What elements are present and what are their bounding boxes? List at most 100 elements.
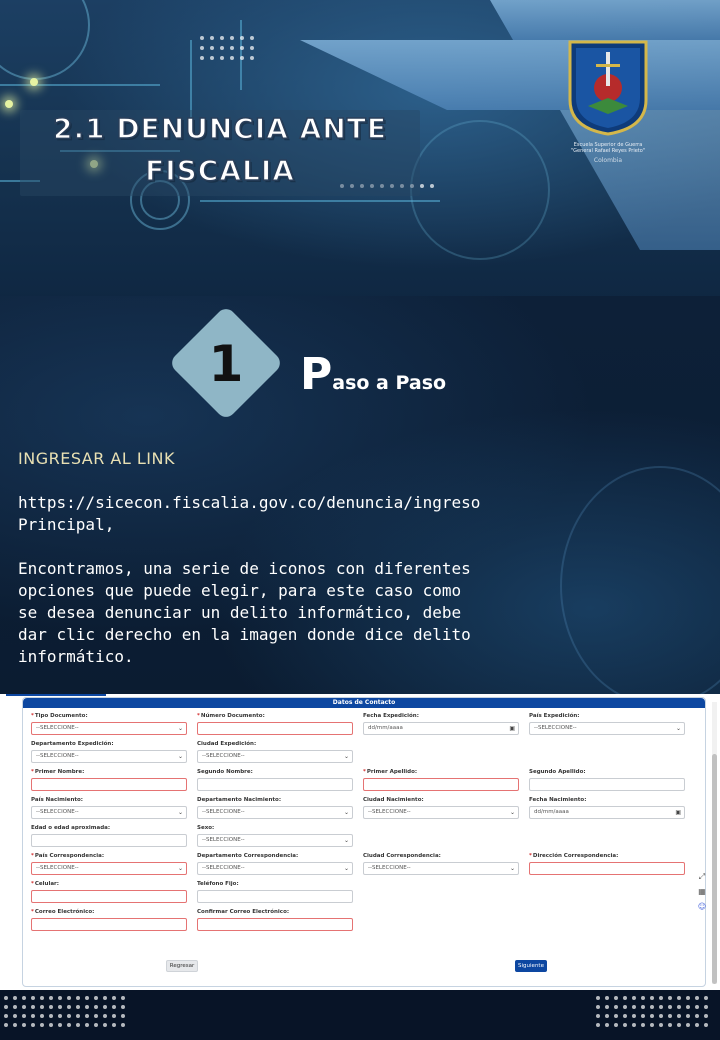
select-field[interactable]: --SELECCIONE-- ⌄ bbox=[363, 806, 519, 819]
form-field: Ciudad Nacimiento: --SELECCIONE-- ⌄ bbox=[363, 796, 519, 819]
form-field: Segundo Nombre: bbox=[197, 768, 353, 791]
circuit-ring bbox=[0, 0, 90, 80]
next-button[interactable]: Siguiente bbox=[515, 960, 547, 972]
text-field[interactable] bbox=[529, 862, 685, 875]
field-label: Ciudad Expedición: bbox=[197, 741, 257, 747]
grid-icon[interactable]: ▦ bbox=[697, 887, 707, 897]
smile-icon[interactable]: ☺ bbox=[697, 902, 707, 912]
select-field[interactable]: --SELECCIONE-- ⌄ bbox=[197, 834, 353, 847]
scrollbar-thumb[interactable] bbox=[712, 754, 717, 984]
form-field: Confirmar Correo Electrónico: bbox=[197, 908, 353, 931]
field-label: *Primer Nombre: bbox=[31, 769, 85, 775]
school-shield-logo bbox=[568, 40, 648, 136]
form-field: *Número Documento: bbox=[197, 712, 353, 735]
form-field: Edad o edad aproximada: bbox=[31, 824, 187, 847]
chevron-down-icon: ⌄ bbox=[509, 865, 515, 872]
field-label: *Número Documento: bbox=[197, 713, 265, 719]
chevron-down-icon: ⌄ bbox=[343, 865, 349, 872]
circuit-line bbox=[200, 200, 440, 202]
field-label: Segundo Nombre: bbox=[197, 769, 253, 775]
select-field[interactable]: --SELECCIONE-- ⌄ bbox=[31, 806, 187, 819]
text-field[interactable] bbox=[31, 778, 187, 791]
form-section-title: Datos de Contacto bbox=[23, 698, 705, 708]
instructions-text: https://sicecon.fiscalia.gov.co/denuncia… bbox=[18, 492, 488, 690]
date-field[interactable]: dd/mm/aaaa ▣ bbox=[363, 722, 519, 735]
form-field: Sexo: --SELECCIONE-- ⌄ bbox=[197, 824, 353, 847]
section-heading: INGRESAR AL LINK bbox=[18, 449, 175, 468]
expand-icon[interactable]: ⤢ bbox=[697, 872, 707, 882]
text-field[interactable] bbox=[529, 778, 685, 791]
glow-dot bbox=[30, 78, 38, 86]
text-field[interactable] bbox=[31, 834, 187, 847]
field-label: Teléfono Fijo: bbox=[197, 881, 239, 887]
select-field[interactable]: --SELECCIONE-- ⌄ bbox=[197, 862, 353, 875]
logo-caption: Escuela Superior de Guerra "General Rafa… bbox=[570, 142, 646, 154]
form-field: *Dirección Correspondencia: bbox=[529, 852, 685, 875]
required-marker: * bbox=[529, 853, 532, 859]
page-title: 2.1 DENUNCIA ANTE FISCALIA bbox=[52, 111, 388, 188]
field-label: Sexo: bbox=[197, 825, 215, 831]
calendar-icon[interactable]: ▣ bbox=[675, 807, 681, 818]
select-field[interactable]: --SELECCIONE-- ⌄ bbox=[31, 862, 187, 875]
text-field[interactable] bbox=[197, 722, 353, 735]
form-field: *Celular: bbox=[31, 880, 187, 903]
wing-shape bbox=[490, 0, 720, 40]
circuit-ring bbox=[410, 120, 550, 260]
field-label: País Expedición: bbox=[529, 713, 580, 719]
form-field: Fecha Expedición: dd/mm/aaaa ▣ bbox=[363, 712, 519, 735]
form-field: País Nacimiento: --SELECCIONE-- ⌄ bbox=[31, 796, 187, 819]
side-toolbar: ⤢ ▦ ☺ bbox=[697, 872, 709, 917]
form-screenshot: Datos de Contacto *Tipo Documento: --SELE… bbox=[0, 694, 720, 992]
field-label: País Nacimiento: bbox=[31, 797, 83, 803]
select-field[interactable]: --SELECCIONE-- ⌄ bbox=[31, 722, 187, 735]
chevron-down-icon: ⌄ bbox=[177, 725, 183, 732]
select-field[interactable]: --SELECCIONE-- ⌄ bbox=[529, 722, 685, 735]
field-label: *Celular: bbox=[31, 881, 59, 887]
select-field[interactable]: --SELECCIONE-- ⌄ bbox=[197, 806, 353, 819]
calendar-icon[interactable]: ▣ bbox=[509, 723, 515, 734]
chevron-down-icon: ⌄ bbox=[177, 753, 183, 760]
field-label: Fecha Expedición: bbox=[363, 713, 419, 719]
form-field: Fecha Nacimiento: dd/mm/aaaa ▣ bbox=[529, 796, 685, 819]
required-marker: * bbox=[197, 713, 200, 719]
required-marker: * bbox=[31, 853, 34, 859]
select-field[interactable]: --SELECCIONE-- ⌄ bbox=[363, 862, 519, 875]
text-field[interactable] bbox=[363, 778, 519, 791]
date-field[interactable]: dd/mm/aaaa ▣ bbox=[529, 806, 685, 819]
text-field[interactable] bbox=[197, 778, 353, 791]
footer-background bbox=[0, 990, 720, 1040]
required-marker: * bbox=[31, 769, 34, 775]
dot-grid bbox=[200, 36, 254, 60]
select-field[interactable]: --SELECCIONE-- ⌄ bbox=[197, 750, 353, 763]
form-field: *País Correspondencia: --SELECCIONE-- ⌄ bbox=[31, 852, 187, 875]
select-field[interactable]: --SELECCIONE-- ⌄ bbox=[31, 750, 187, 763]
field-label: Edad o edad aproximada: bbox=[31, 825, 111, 831]
field-label: Departamento Expedición: bbox=[31, 741, 114, 747]
text-field[interactable] bbox=[31, 918, 187, 931]
field-label: Ciudad Correspondencia: bbox=[363, 853, 441, 859]
form-field: *Primer Nombre: bbox=[31, 768, 187, 791]
field-label: Confirmar Correo Electrónico: bbox=[197, 909, 290, 915]
back-button[interactable]: Regresar bbox=[166, 960, 198, 972]
field-label: *Primer Apellido: bbox=[363, 769, 418, 775]
field-label: *País Correspondencia: bbox=[31, 853, 105, 859]
step-title: Paso a Paso bbox=[300, 349, 447, 400]
hacker-silhouette bbox=[560, 466, 720, 696]
text-field[interactable] bbox=[197, 918, 353, 931]
tab-indicator bbox=[6, 694, 106, 696]
text-field[interactable] bbox=[31, 890, 187, 903]
form-field: Departamento Expedición: --SELECCIONE-- ⌄ bbox=[31, 740, 187, 763]
chevron-down-icon: ⌄ bbox=[675, 725, 681, 732]
required-marker: * bbox=[363, 769, 366, 775]
form-field: País Expedición: --SELECCIONE-- ⌄ bbox=[529, 712, 685, 735]
required-marker: * bbox=[31, 713, 34, 719]
contact-form: Datos de Contacto *Tipo Documento: --SELE… bbox=[22, 697, 706, 987]
dot-grid bbox=[4, 996, 125, 1027]
field-label: Segundo Apellido: bbox=[529, 769, 586, 775]
field-label: *Dirección Correspondencia: bbox=[529, 853, 619, 859]
form-field: Ciudad Expedición: --SELECCIONE-- ⌄ bbox=[197, 740, 353, 763]
text-field[interactable] bbox=[197, 890, 353, 903]
wing-shape bbox=[300, 40, 720, 110]
dot-grid bbox=[596, 996, 708, 1027]
required-marker: * bbox=[31, 881, 34, 887]
